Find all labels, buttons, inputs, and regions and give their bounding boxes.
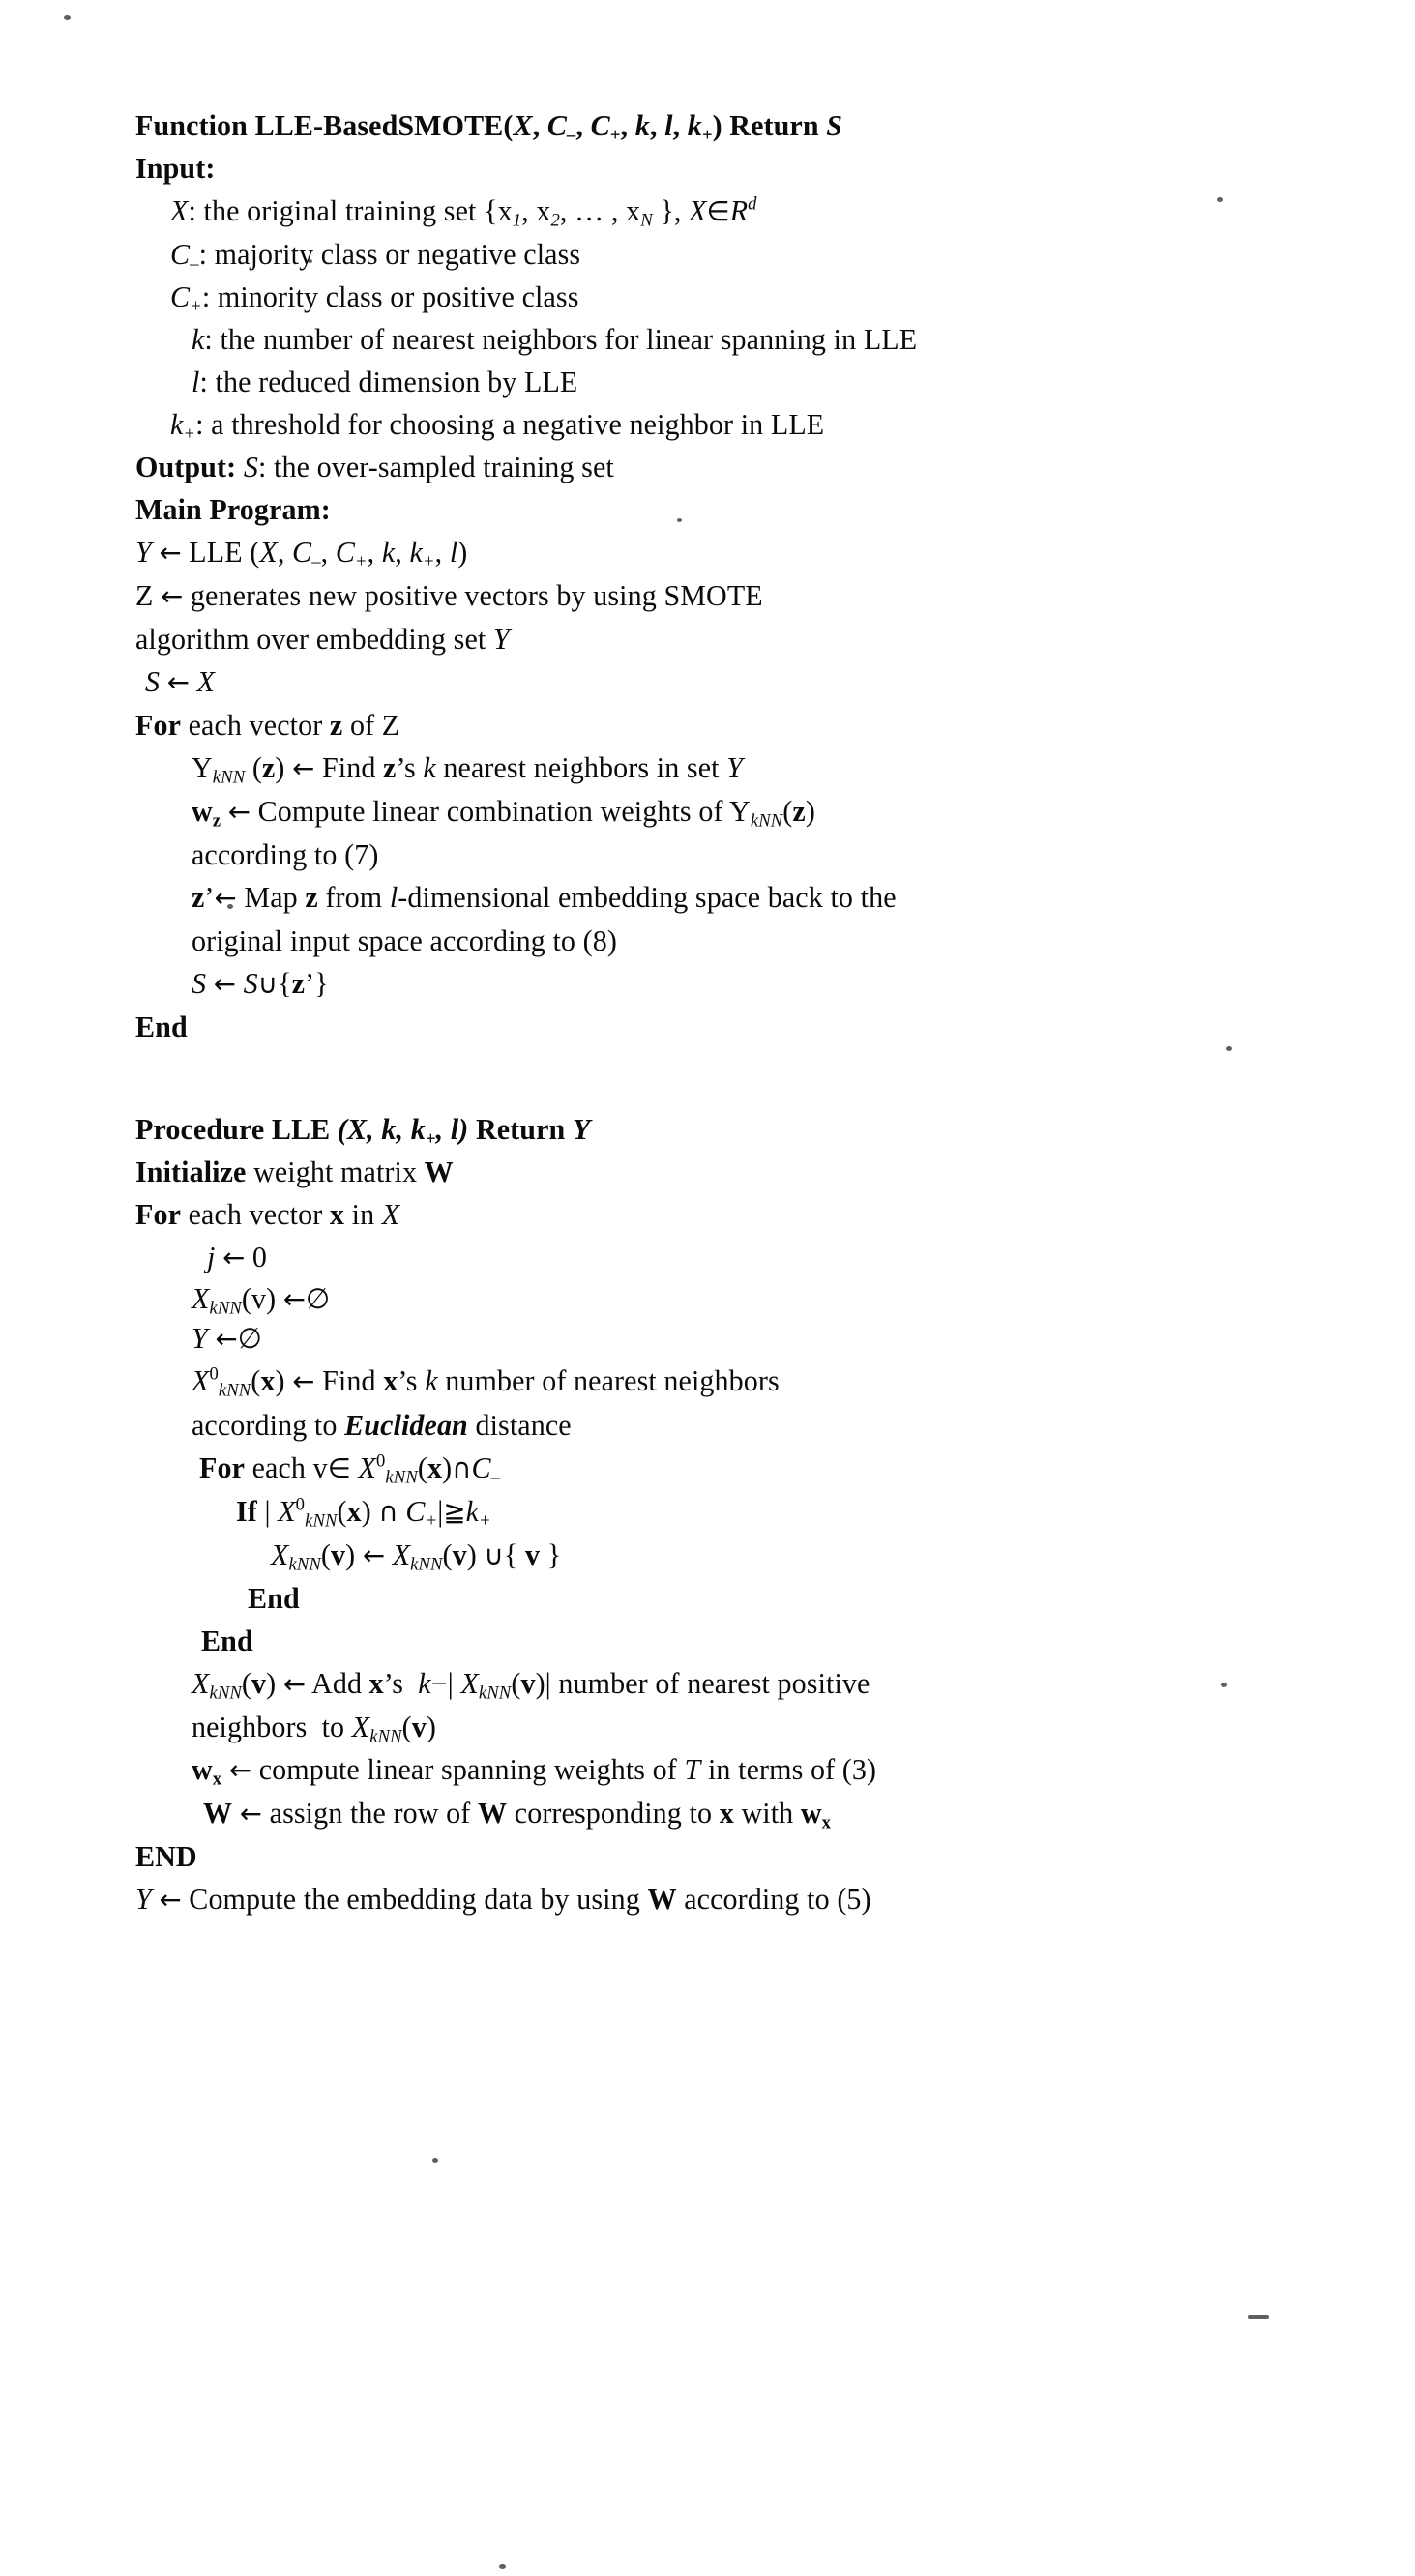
proc-init-w: Initialize weight matrix W xyxy=(135,1156,454,1188)
scan-speck xyxy=(64,15,71,20)
main-program-label: Main Program: xyxy=(135,493,331,526)
scan-speck xyxy=(432,2158,438,2163)
algorithm-figure: Function LLE-BasedSMOTE(X, C–, C+, k, l,… xyxy=(135,104,1277,1921)
proc-if-body: XkNN(v) ← XkNN(v) ∪{ v } xyxy=(271,1538,562,1575)
main-line-weights-cont: according to (7) xyxy=(192,838,379,871)
proc-find-knn0-cont: according to Euclidean distance xyxy=(192,1409,572,1442)
proc-final-embedding: Y ← Compute the embedding data by using … xyxy=(135,1883,871,1916)
proc-if-condition: If | X0kNN(x) ∩ C+|≧k+ xyxy=(236,1494,491,1532)
input-item-x: X: the original training set {x1, x2, … … xyxy=(170,193,757,231)
main-line-smote-cont: algorithm over embedding set Y xyxy=(135,623,510,656)
main-line-map: z’← Map z from l-dimensional embedding s… xyxy=(192,881,897,914)
proc-y-empty: Y ←∅ xyxy=(192,1322,262,1355)
input-item-cplus: C+: minority class or positive class xyxy=(170,280,579,317)
scan-speck xyxy=(1248,2315,1269,2319)
input-item-k: k: the number of nearest neighbors for l… xyxy=(192,323,918,356)
block-separator xyxy=(135,1048,1277,1108)
input-item-cminus: C–: majority class or negative class xyxy=(170,238,581,275)
main-line-weights: wz ← Compute linear combination weights … xyxy=(192,795,815,832)
input-item-l: l: the reduced dimension by LLE xyxy=(192,366,578,398)
proc-end: END xyxy=(135,1840,197,1873)
proc-xknn-empty: XkNN(v) ←∅ xyxy=(192,1282,331,1319)
proc-for-each-x: For each vector x in X xyxy=(135,1198,400,1231)
input-label: Input: xyxy=(135,152,216,185)
proc-if-end: End xyxy=(248,1582,300,1615)
proc-add-positive-cont: neighbors to XkNN(v) xyxy=(192,1711,436,1747)
main-end: End xyxy=(135,1010,188,1043)
main-line-lle: Y ← LLE (X, C–, C+, k, k+, l) xyxy=(135,536,468,572)
proc-find-knn0: X0kNN(x) ← Find x’s k number of nearest … xyxy=(192,1363,780,1401)
input-item-kplus: k+: a threshold for choosing a negative … xyxy=(170,408,825,445)
output-line: Output: S: the over-sampled training set xyxy=(135,451,614,483)
proc-inner-for: For each v∈ X0kNN(x)∩C– xyxy=(199,1450,501,1488)
proc-j-init: j ← 0 xyxy=(207,1241,268,1273)
main-line-map-cont: original input space according to (8) xyxy=(192,924,617,957)
proc-compute-wx: wx ← compute linear spanning weights of … xyxy=(192,1753,877,1790)
function-header: Function LLE-BasedSMOTE(X, C–, C+, k, l,… xyxy=(135,109,843,146)
main-line-s-union: S ← S∪{z’} xyxy=(192,967,329,1000)
main-line-find-knn: YkNN (z) ← Find z’s k nearest neighbors … xyxy=(192,751,744,788)
proc-add-positive: XkNN(v) ← Add x’s k−| XkNN(v)| number of… xyxy=(192,1667,870,1704)
scanned-algorithm-page: { "document": { "kind": "scanned-pseudoc… xyxy=(0,0,1415,2576)
scan-speck xyxy=(499,2564,506,2569)
main-line-s-assign: S ← X xyxy=(145,665,216,698)
main-for-each-z: For each vector z of Z xyxy=(135,709,400,742)
proc-assign-w: W ← assign the row of W corresponding to… xyxy=(203,1797,832,1833)
procedure-header: Procedure LLE (X, k, k+, l) Return Y xyxy=(135,1113,591,1150)
main-line-smote: Z ← generates new positive vectors by us… xyxy=(135,579,763,612)
proc-inner-for-end: End xyxy=(201,1625,253,1657)
